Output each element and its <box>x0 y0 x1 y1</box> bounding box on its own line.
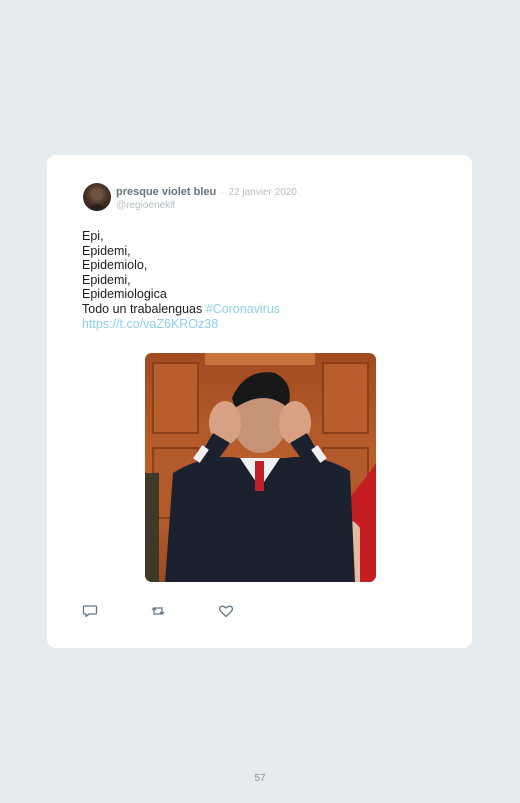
tweet-text: Epi, Epidemi, Epidemiolo, Epidemi, Epide… <box>82 229 442 331</box>
tweet-header: presque violet bleu · 22 janvier 2020 @r… <box>116 184 297 212</box>
separator-dot: · <box>220 187 225 198</box>
author-handle[interactable]: @regioeneklf <box>116 199 297 212</box>
hashtag-link[interactable]: #Coronavirus <box>206 302 280 316</box>
tweet-url-link[interactable]: https://t.co/vaZ6KROz38 <box>82 317 442 332</box>
avatar[interactable] <box>83 183 111 211</box>
reply-button[interactable] <box>82 603 98 619</box>
avatar-image <box>86 188 108 211</box>
tweet-line: Epidemi, <box>82 272 131 287</box>
tweet-line-hashtag: Todo un trabalenguas #Coronavirus <box>82 302 442 317</box>
tweet-line: Epidemiologica <box>82 287 167 302</box>
tweet-date[interactable]: 22 janvier 2020 <box>229 187 297 198</box>
media-image <box>145 353 376 582</box>
heart-icon <box>218 605 234 618</box>
tweet-line: Epi, <box>82 229 104 243</box>
author-name[interactable]: presque violet bleu <box>116 186 216 198</box>
retweet-button[interactable] <box>150 603 166 619</box>
tweet-line-text: Todo un trabalenguas <box>82 301 206 316</box>
tweet-actions <box>82 603 282 619</box>
speech-bubble-icon <box>82 605 98 618</box>
page-number: 57 <box>254 773 266 784</box>
retweet-icon <box>151 607 165 615</box>
tweet-line: Epidemiolo, <box>82 258 148 273</box>
like-button[interactable] <box>218 603 234 619</box>
tweet-media-gif[interactable] <box>145 353 376 582</box>
tweet-line: Epidemi, <box>82 243 131 258</box>
tweet-card: presque violet bleu · 22 janvier 2020 @r… <box>47 155 472 648</box>
